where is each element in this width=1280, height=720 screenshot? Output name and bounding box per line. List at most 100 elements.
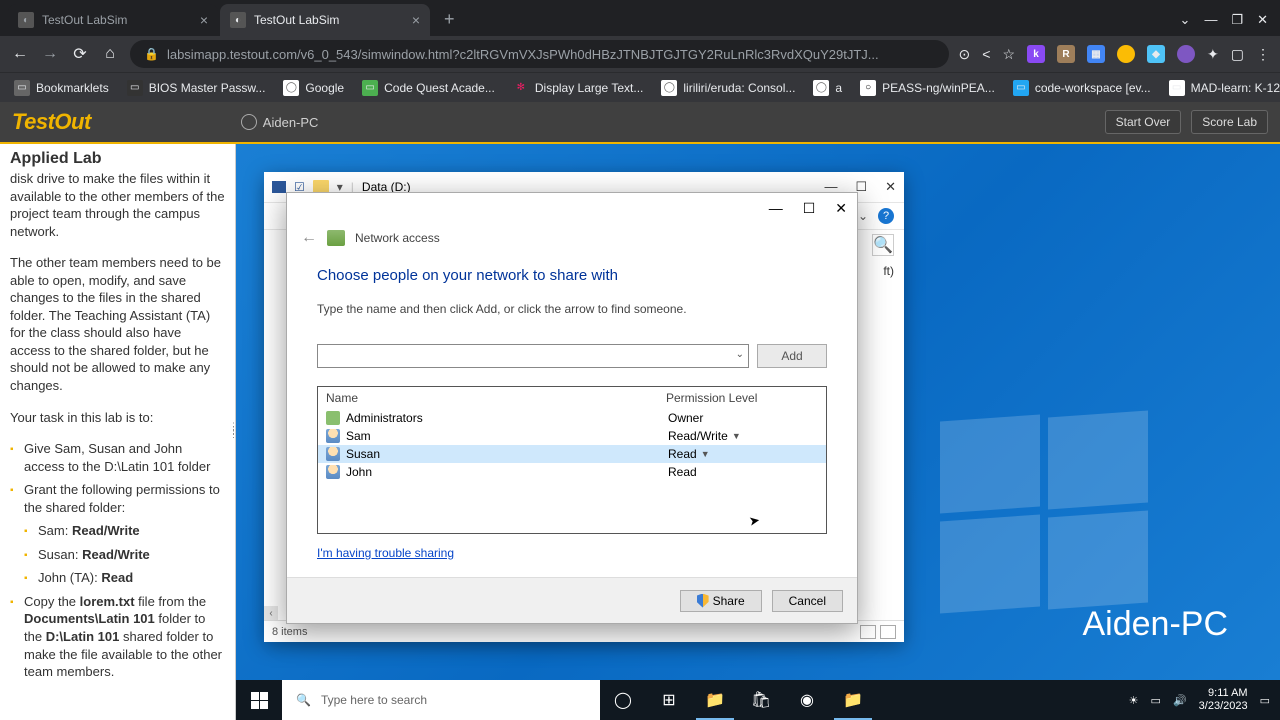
- network-icon[interactable]: ▭: [1151, 694, 1161, 707]
- lab-instructions: Applied Lab disk drive to make the files…: [0, 144, 236, 720]
- dialog-subtext: Type the name and then click Add, or cli…: [317, 302, 827, 316]
- chevron-down-icon[interactable]: ▼: [732, 431, 741, 441]
- tab-favicon: ◐: [230, 12, 246, 28]
- close-icon[interactable]: ×: [412, 12, 420, 28]
- reload-icon[interactable]: ⟳: [70, 44, 90, 64]
- taskbar-search[interactable]: 🔍 Type here to search: [282, 680, 600, 720]
- cortana-icon[interactable]: ⊞: [646, 680, 692, 720]
- new-tab-button[interactable]: +: [432, 9, 467, 36]
- back-icon[interactable]: ←: [10, 45, 30, 63]
- extension-icon[interactable]: R: [1057, 45, 1075, 63]
- share-row[interactable]: Sam Read/Write▼: [318, 427, 826, 445]
- extension-icon[interactable]: ◆: [1147, 45, 1165, 63]
- close-icon[interactable]: ×: [200, 12, 208, 28]
- extension-icon[interactable]: [1117, 45, 1135, 63]
- chevron-down-icon[interactable]: ⌄: [1180, 12, 1191, 28]
- task-item: Give Sam, Susan and John access to the D…: [24, 440, 225, 475]
- task-item: Grant the following permissions to the s…: [24, 481, 225, 587]
- share-user-combo[interactable]: ⌄: [317, 344, 749, 368]
- view-icons-icon[interactable]: [880, 625, 896, 639]
- extension-icon[interactable]: ▦: [1087, 45, 1105, 63]
- star-icon[interactable]: ☆: [1002, 46, 1015, 63]
- share-button[interactable]: Share: [680, 590, 762, 612]
- tab-favicon: ◐: [18, 12, 34, 28]
- browser-tab-active[interactable]: ◐ TestOut LabSim ×: [220, 4, 430, 36]
- notifications-icon[interactable]: ▭: [1260, 694, 1270, 707]
- back-icon[interactable]: ←: [301, 229, 317, 247]
- menu-icon[interactable]: ⋮: [1256, 46, 1270, 63]
- start-button[interactable]: [236, 680, 282, 720]
- help-link[interactable]: I'm having trouble sharing: [317, 546, 454, 560]
- ribbon-expand-icon[interactable]: ⌄: [858, 209, 868, 223]
- window-controls: ⌄ — ❐ ✕: [1180, 12, 1280, 36]
- bookmark-item[interactable]: ◯Google: [283, 80, 344, 96]
- app-header: TestOut Aiden-PC Start Over Score Lab: [0, 102, 1280, 142]
- sys-icon: [272, 181, 286, 193]
- bookmark-item[interactable]: ▭Code Quest Acade...: [362, 80, 495, 96]
- bookmark-item[interactable]: ▭Bookmarklets: [14, 80, 109, 96]
- account-icon[interactable]: ▢: [1231, 46, 1244, 63]
- pc-selector[interactable]: Aiden-PC: [241, 114, 319, 130]
- help-icon[interactable]: ?: [878, 208, 894, 224]
- pc-icon: [241, 114, 257, 130]
- user-icon: [326, 465, 340, 479]
- volume-icon[interactable]: 🔊: [1173, 694, 1187, 707]
- browser-tab[interactable]: ◐ TestOut LabSim ×: [8, 4, 218, 36]
- bookmark-item[interactable]: ▭BIOS Master Passw...: [127, 80, 266, 96]
- bookmarks-bar: ▭Bookmarklets ▭BIOS Master Passw... ◯Goo…: [0, 72, 1280, 102]
- bookmark-item[interactable]: ◯a: [813, 80, 842, 96]
- minimize-icon[interactable]: —: [769, 200, 783, 216]
- nav-collapse-icon[interactable]: ‹: [264, 606, 278, 620]
- file-explorer-icon[interactable]: 📁: [692, 680, 738, 720]
- users-icon: [327, 230, 345, 246]
- restore-icon[interactable]: ❐: [1231, 12, 1243, 28]
- minimize-icon[interactable]: —: [1204, 12, 1217, 28]
- bookmark-item[interactable]: ◯liriliri/eruda: Consol...: [661, 80, 795, 96]
- tab-title: TestOut LabSim: [254, 13, 339, 27]
- chrome-icon[interactable]: ◉: [784, 680, 830, 720]
- cancel-button[interactable]: Cancel: [772, 590, 843, 612]
- simulated-desktop[interactable]: Aiden-PC ☑ ▾ | Data (D:) — ☐ ✕ ⌄ ?: [236, 144, 1280, 720]
- bookmark-item[interactable]: ▭code-workspace [ev...: [1013, 80, 1151, 96]
- chevron-down-icon[interactable]: ▼: [701, 449, 710, 459]
- share-icon[interactable]: <: [982, 46, 990, 62]
- share-table: Name Permission Level Administrators Own…: [317, 386, 827, 534]
- share-row[interactable]: Administrators Owner: [318, 409, 826, 427]
- store-icon[interactable]: 🛍: [738, 680, 784, 720]
- extension-icon[interactable]: [1177, 45, 1195, 63]
- resize-grip[interactable]: ⋮⋮⋮: [229, 424, 236, 436]
- url-text: labsimapp.testout.com/v6_0_543/simwindow…: [167, 47, 879, 62]
- bookmark-item[interactable]: ▭MAD-learn: K-12 Le...: [1169, 80, 1280, 96]
- extensions-icon[interactable]: ✦: [1207, 46, 1219, 63]
- clock[interactable]: 9:11 AM 3/23/2023: [1199, 687, 1248, 713]
- add-button[interactable]: Add: [757, 344, 827, 368]
- search-icon[interactable]: 🔍: [872, 234, 894, 256]
- taskbar: 🔍 Type here to search ◯ ⊞ 📁 🛍 ◉ 📁 ☀ ▭ 🔊 …: [236, 680, 1280, 720]
- browser-tab-strip: ◐ TestOut LabSim × ◐ TestOut LabSim × + …: [0, 0, 1280, 36]
- share-row-selected[interactable]: Susan Read▼: [318, 445, 826, 463]
- chevron-down-icon: ⌄: [736, 349, 744, 360]
- bookmark-item[interactable]: ✻Display Large Text...: [513, 80, 644, 96]
- close-icon[interactable]: ✕: [885, 179, 896, 195]
- location-icon[interactable]: ⊙: [959, 46, 971, 63]
- share-row[interactable]: John Read: [318, 463, 826, 481]
- logo: TestOut: [12, 109, 91, 135]
- task-view-icon[interactable]: ◯: [600, 680, 646, 720]
- extension-icon[interactable]: k: [1027, 45, 1045, 63]
- score-lab-button[interactable]: Score Lab: [1191, 110, 1268, 134]
- file-explorer-icon[interactable]: 📁: [830, 680, 876, 720]
- start-over-button[interactable]: Start Over: [1105, 110, 1182, 134]
- home-icon[interactable]: ⌂: [100, 45, 120, 63]
- url-input[interactable]: 🔒 labsimapp.testout.com/v6_0_543/simwind…: [130, 40, 949, 68]
- maximize-icon[interactable]: ☐: [803, 200, 816, 217]
- status-item-count: 8 items: [272, 626, 307, 638]
- weather-icon[interactable]: ☀: [1129, 694, 1139, 707]
- network-access-dialog: — ☐ ✕ ← Network access Choose people on …: [286, 192, 858, 624]
- dialog-heading: Choose people on your network to share w…: [317, 267, 827, 284]
- lab-title: Applied Lab: [10, 150, 225, 168]
- forward-icon[interactable]: →: [40, 45, 60, 63]
- bookmark-item[interactable]: ○PEASS-ng/winPEA...: [860, 80, 995, 96]
- view-details-icon[interactable]: [860, 625, 876, 639]
- close-icon[interactable]: ✕: [1257, 12, 1268, 28]
- close-icon[interactable]: ✕: [835, 200, 847, 217]
